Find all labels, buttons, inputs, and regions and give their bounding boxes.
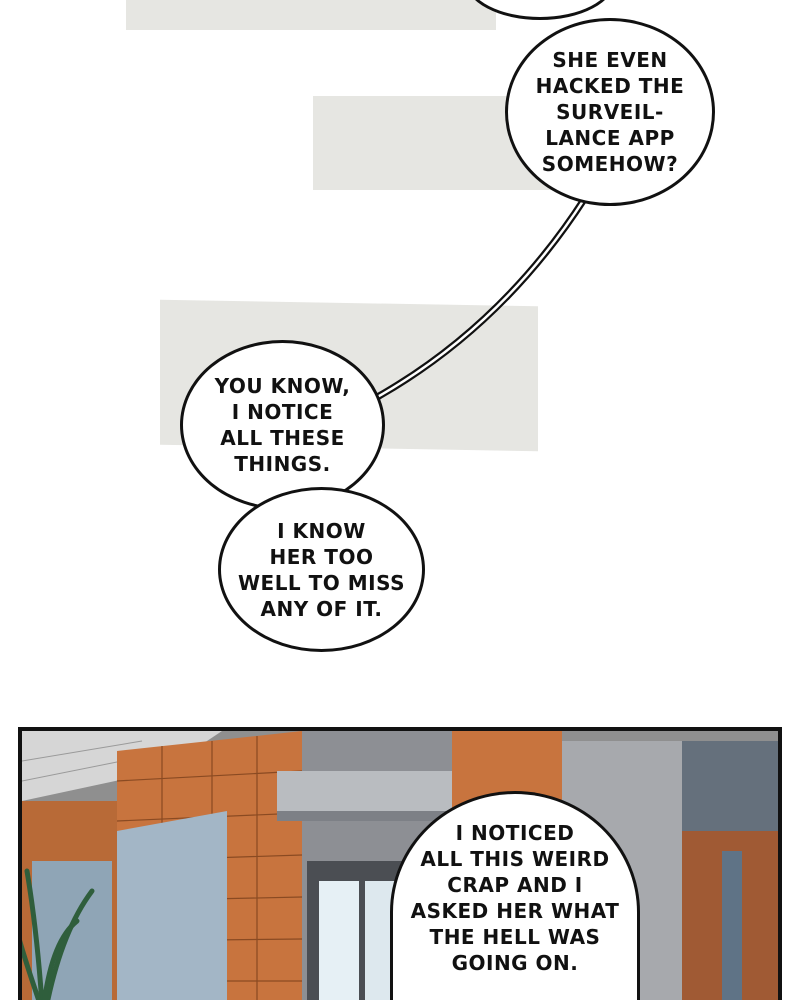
bubble-text-notice: YOU KNOW, I NOTICE ALL THESE THINGS. bbox=[214, 374, 351, 476]
background-strip-1 bbox=[126, 0, 496, 30]
bubble-text-hacked: SHE EVEN HACKED THE SURVEIL- LANCE APP S… bbox=[535, 48, 685, 176]
bubble-text-know-her: I KNOW HER TOO WELL TO MISS ANY OF IT. bbox=[237, 518, 406, 621]
comic-panel-lobby: I NOTICED ALL THIS WEIRD CRAP AND I ASKE… bbox=[18, 727, 782, 1000]
speech-bubble-know-her: I KNOW HER TOO WELL TO MISS ANY OF IT. bbox=[218, 487, 425, 652]
speech-bubble-hacked: SHE EVEN HACKED THE SURVEIL- LANCE APP S… bbox=[505, 18, 715, 206]
bubble-text-noticed: I NOTICED ALL THIS WEIRD CRAP AND I ASKE… bbox=[410, 820, 620, 975]
speech-bubble-noticed: I NOTICED ALL THIS WEIRD CRAP AND I ASKE… bbox=[390, 791, 640, 1000]
speech-bubble-notice: YOU KNOW, I NOTICE ALL THESE THINGS. bbox=[180, 340, 385, 510]
